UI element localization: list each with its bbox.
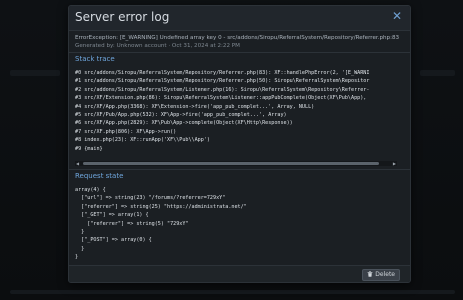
stack-trace-line: #9 {main} xyxy=(75,145,103,152)
request-state-line: ["_POST"] => array(0) { xyxy=(75,237,152,244)
dialog-footer: Delete xyxy=(69,265,410,282)
request-state-line: array(4) { xyxy=(75,187,106,193)
request-state-line: } xyxy=(75,254,79,261)
divider xyxy=(69,169,410,170)
horizontal-scrollbar[interactable]: ◀ ▶ xyxy=(75,161,397,166)
request-state-line: ["referrer"] => string(25) "https://admi… xyxy=(75,203,247,210)
request-state-title: Request state xyxy=(75,172,124,180)
delete-button[interactable]: Delete xyxy=(362,269,400,281)
backdrop-element xyxy=(420,70,455,76)
exception-message: ErrorException: [E_WARNING] Undefined ar… xyxy=(75,35,400,41)
stack-trace-line: #6 src/XF/App.php(2829): XF\Pub\App->com… xyxy=(75,120,293,127)
stack-trace-title: Stack trace xyxy=(75,55,115,63)
dialog-header: Server error log ✕ xyxy=(69,6,410,31)
backdrop-element xyxy=(10,290,455,294)
stack-trace-line: #5 src/XF/Pub/App.php(532): XF\App->fire… xyxy=(75,112,287,119)
request-state-line: ["url"] => string(23) "/forums/?referrer… xyxy=(75,195,226,202)
request-state-block: array(4) { ["url"] => string(23) "/forum… xyxy=(75,186,397,262)
scroll-right-icon[interactable]: ▶ xyxy=(393,161,396,166)
request-state-line: ["_GET"] => array(1) { xyxy=(75,212,149,219)
stack-trace-line: #2 src/addons/Siropu/ReferralSystem/List… xyxy=(75,86,370,93)
trash-icon xyxy=(367,271,373,277)
stack-trace-line: #1 src/addons/Siropu/ReferralSystem/Repo… xyxy=(75,78,370,85)
stack-trace-line: #4 src/XF/App.php(3368): XF\Extension->f… xyxy=(75,103,315,110)
backdrop-element xyxy=(10,70,60,76)
delete-label: Delete xyxy=(375,271,395,278)
request-state-line: } xyxy=(75,229,85,236)
scrollbar-thumb[interactable] xyxy=(83,162,379,165)
stack-trace-line: #3 src/XF/Extension.php(86): Siropu\Refe… xyxy=(75,95,367,102)
request-state-line: ["referrer"] => string(5) "729xY" xyxy=(75,220,189,227)
divider xyxy=(69,52,410,53)
stack-trace-block: #0 src/addons/Siropu/ReferralSystem/Repo… xyxy=(75,69,397,159)
stack-trace-line: #7 src/XF.php(806): XF\App->run() xyxy=(75,128,177,135)
generated-by: Generated by: Unknown account · Oct 31, … xyxy=(75,43,241,49)
server-error-log-dialog: Server error log ✕ ErrorException: [E_WA… xyxy=(68,5,411,283)
stack-trace-line: #8 index.php(23): XF::runApp('XF\\Pub\\A… xyxy=(75,137,210,144)
stack-trace-line: #0 src/addons/Siropu/ReferralSystem/Repo… xyxy=(75,70,370,76)
request-state-line: } xyxy=(75,245,85,252)
close-icon[interactable]: ✕ xyxy=(392,9,402,23)
scroll-left-icon[interactable]: ◀ xyxy=(76,161,79,166)
dialog-title: Server error log xyxy=(75,10,170,24)
